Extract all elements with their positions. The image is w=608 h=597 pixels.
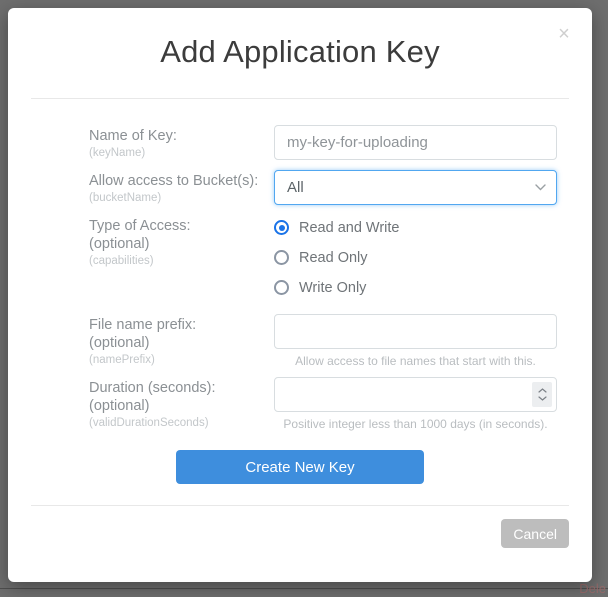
page-title: Add Application Key <box>160 34 440 69</box>
field-capabilities: Read and Write Read Only Write Only <box>274 215 557 306</box>
form-row-capabilities: Type of Access: (optional) (capabilities… <box>8 215 592 306</box>
field-name-prefix: Allow access to file names that start wi… <box>274 314 557 369</box>
label-capabilities: Type of Access: (optional) (capabilities… <box>89 215 274 270</box>
radio-selected-icon[interactable] <box>274 220 289 235</box>
label-bucket-name-main: Allow access to Bucket(s): <box>89 173 259 189</box>
label-duration-main: Duration (seconds): <box>89 380 216 396</box>
background-right-strip <box>600 0 608 597</box>
duration-stepper[interactable] <box>532 382 552 407</box>
capability-radio-label: Read Only <box>299 249 368 266</box>
bucket-select-wrapper: All <box>274 170 557 205</box>
label-capabilities-optional: (optional) <box>89 236 150 252</box>
label-name-prefix: File name prefix: (optional) (namePrefix… <box>89 314 274 369</box>
label-duration: Duration (seconds): (optional) (validDur… <box>89 377 274 432</box>
label-name-prefix-main: File name prefix: <box>89 317 197 333</box>
field-key-name <box>274 125 557 160</box>
stepper-down-icon[interactable] <box>537 395 547 403</box>
close-icon[interactable]: × <box>552 22 576 46</box>
duration-input[interactable] <box>274 377 557 412</box>
label-bucket-name: Allow access to Bucket(s): (bucketName) <box>89 170 274 207</box>
radio-unselected-icon[interactable] <box>274 250 289 265</box>
label-duration-code: (validDurationSeconds) <box>89 417 209 429</box>
form-row-name-prefix: File name prefix: (optional) (namePrefix… <box>8 314 592 369</box>
name-prefix-input[interactable] <box>274 314 557 349</box>
capability-radio-label: Write Only <box>299 279 367 296</box>
capability-radio-0[interactable]: Read and Write <box>274 216 557 239</box>
label-capabilities-code: (capabilities) <box>89 255 154 267</box>
dialog-body: Name of Key: (keyName) Allow access to B… <box>8 99 592 484</box>
footer-actions: Cancel <box>8 506 592 548</box>
background-divider <box>0 588 608 589</box>
label-key-name-main: Name of Key: <box>89 128 177 144</box>
name-prefix-help-text: Allow access to file names that start wi… <box>295 354 536 368</box>
form-row-bucket-name: Allow access to Bucket(s): (bucketName) … <box>8 170 592 207</box>
capabilities-radio-group: Read and Write Read Only Write Only <box>274 215 557 299</box>
duration-input-wrapper <box>274 377 557 412</box>
label-name-prefix-code: (namePrefix) <box>89 354 155 366</box>
capability-radio-label: Read and Write <box>299 219 400 236</box>
label-capabilities-main: Type of Access: <box>89 218 191 234</box>
cancel-button[interactable]: Cancel <box>501 519 569 548</box>
label-name-prefix-optional: (optional) <box>89 335 150 351</box>
create-new-key-button[interactable]: Create New Key <box>176 450 424 484</box>
field-duration: Positive integer less than 1000 days (in… <box>274 377 557 432</box>
label-duration-optional: (optional) <box>89 398 150 414</box>
label-bucket-name-code: (bucketName) <box>89 192 162 204</box>
dialog-header: Add Application Key × <box>8 8 592 98</box>
stepper-up-icon[interactable] <box>537 387 547 395</box>
duration-help-text: Positive integer less than 1000 days (in… <box>283 417 548 431</box>
capability-radio-2[interactable]: Write Only <box>274 276 557 299</box>
label-key-name: Name of Key: (keyName) <box>89 125 274 162</box>
label-key-name-code: (keyName) <box>89 147 146 159</box>
create-button-row: Create New Key <box>8 450 592 484</box>
add-application-key-dialog: Add Application Key × Name of Key: (keyN… <box>8 8 592 582</box>
form-row-duration: Duration (seconds): (optional) (validDur… <box>8 377 592 432</box>
key-name-input[interactable] <box>274 125 557 160</box>
background-delete-text: Dele <box>579 581 606 596</box>
radio-unselected-icon[interactable] <box>274 280 289 295</box>
capability-radio-1[interactable]: Read Only <box>274 246 557 269</box>
dialog-footer: Cancel <box>8 505 592 548</box>
field-bucket-name: All <box>274 170 557 205</box>
form-row-key-name: Name of Key: (keyName) <box>8 125 592 162</box>
bucket-select[interactable]: All <box>274 170 557 205</box>
